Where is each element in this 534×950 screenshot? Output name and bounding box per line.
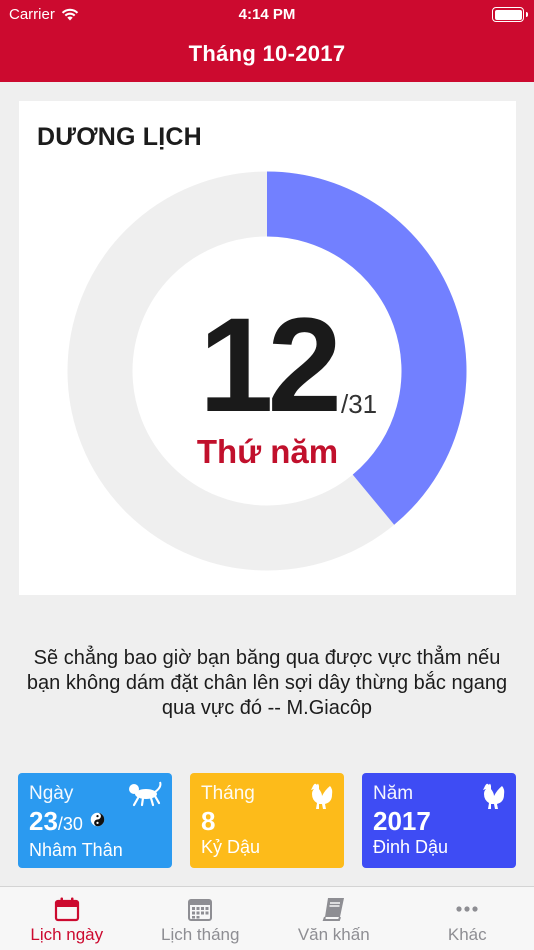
tab-label: Văn khấn <box>297 925 370 944</box>
tab-lich-ngay[interactable]: Lịch ngày <box>0 887 134 950</box>
status-bar: Carrier 4:14 PM <box>0 0 534 30</box>
more-icon <box>456 906 478 912</box>
nav-bar: Tháng 10-2017 <box>0 30 534 82</box>
lunar-day-number: 23 <box>29 806 58 836</box>
weekday-label: Thứ năm <box>196 433 339 470</box>
calendar-day-icon <box>54 897 79 922</box>
book-icon <box>322 898 344 921</box>
monkey-icon <box>129 781 162 807</box>
lunar-month-name: Kỷ Dậu <box>201 837 261 857</box>
lunar-month-box[interactable]: Tháng 8 Kỷ Dậu <box>190 773 344 868</box>
tab-label: Lịch ngày <box>30 925 104 944</box>
rooster-icon <box>311 783 333 809</box>
lunar-day-value: 23/30 <box>29 807 161 838</box>
lunar-month-length: /30 <box>57 814 83 834</box>
tab-bar: Lịch ngày Lịch tháng Văn khấn Khác <box>0 886 534 950</box>
rooster-icon <box>483 783 505 809</box>
daily-quote: Sẽ chẳng bao giờ bạn băng qua được vực t… <box>26 647 508 719</box>
days-in-month: /31 <box>341 389 378 419</box>
calendar-month-icon <box>188 899 213 921</box>
tab-khac[interactable]: Khác <box>401 887 534 950</box>
lunar-year-name: Đinh Dậu <box>373 837 449 857</box>
yin-yang-icon <box>90 812 105 827</box>
lunar-year-value: 2017 <box>373 806 431 836</box>
solar-date-card[interactable]: DƯƠNG LỊCH 12 /31 Thứ năm <box>19 101 516 595</box>
tab-van-khan[interactable]: Văn khấn <box>267 887 401 950</box>
lunar-month-value: 8 <box>201 806 216 836</box>
battery-icon <box>492 7 528 22</box>
lunar-day-box[interactable]: Ngày 23/30 Nhâm Thân <box>18 773 172 868</box>
tab-label: Khác <box>447 925 487 944</box>
status-time: 4:14 PM <box>238 6 296 23</box>
lunar-day-name: Nhâm Thân <box>29 840 123 860</box>
tab-label: Lịch tháng <box>161 925 240 944</box>
lunar-year-box[interactable]: Năm 2017 Đinh Dậu <box>362 773 516 868</box>
solar-day-number: 12 <box>198 291 342 440</box>
page-title: Tháng 10-2017 <box>188 41 346 66</box>
tab-lich-thang[interactable]: Lịch tháng <box>134 887 268 950</box>
